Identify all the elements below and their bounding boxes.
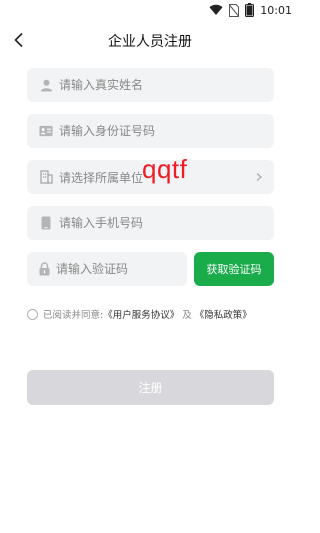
verification-code-row: 获取验证码: [27, 252, 274, 286]
status-bar: 10:01: [0, 0, 300, 20]
chevron-right-icon: [256, 173, 262, 181]
phone-icon: [39, 216, 53, 230]
user-agreement-link[interactable]: 《用户服务协议》: [103, 307, 179, 321]
person-icon: [39, 78, 53, 92]
get-code-button[interactable]: 获取验证码: [194, 252, 274, 286]
name-field[interactable]: [27, 68, 274, 102]
lock-icon: [39, 262, 50, 276]
agreement-row: 已阅读并同意: 《用户服务协议》 及 《隐私政策》: [27, 306, 252, 322]
verification-code-field[interactable]: [27, 252, 206, 286]
no-sim-icon: [229, 3, 240, 17]
verification-code-input[interactable]: [56, 262, 206, 276]
status-icons: 10:01: [209, 3, 292, 17]
phone-input[interactable]: [59, 216, 274, 230]
privacy-policy-link[interactable]: 《隐私政策》: [195, 307, 252, 321]
status-time: 10:01: [260, 3, 292, 17]
agreement-and: 及: [182, 310, 192, 321]
nav-bar: 企业人员注册: [0, 25, 300, 55]
id-number-input[interactable]: [59, 124, 274, 138]
building-icon: [39, 170, 53, 184]
wifi-icon: [209, 4, 223, 16]
id-number-field[interactable]: [27, 114, 274, 148]
agreement-checkbox[interactable]: [27, 308, 38, 320]
page-title: 企业人员注册: [108, 34, 192, 50]
agreement-prefix: 已阅读并同意:: [43, 310, 104, 321]
phone-field[interactable]: [27, 206, 274, 240]
name-input[interactable]: [59, 78, 274, 92]
id-card-icon: [39, 124, 53, 138]
watermark-text: qqtf: [142, 154, 188, 184]
battery-icon: [245, 3, 255, 17]
register-button[interactable]: 注册: [27, 370, 274, 405]
